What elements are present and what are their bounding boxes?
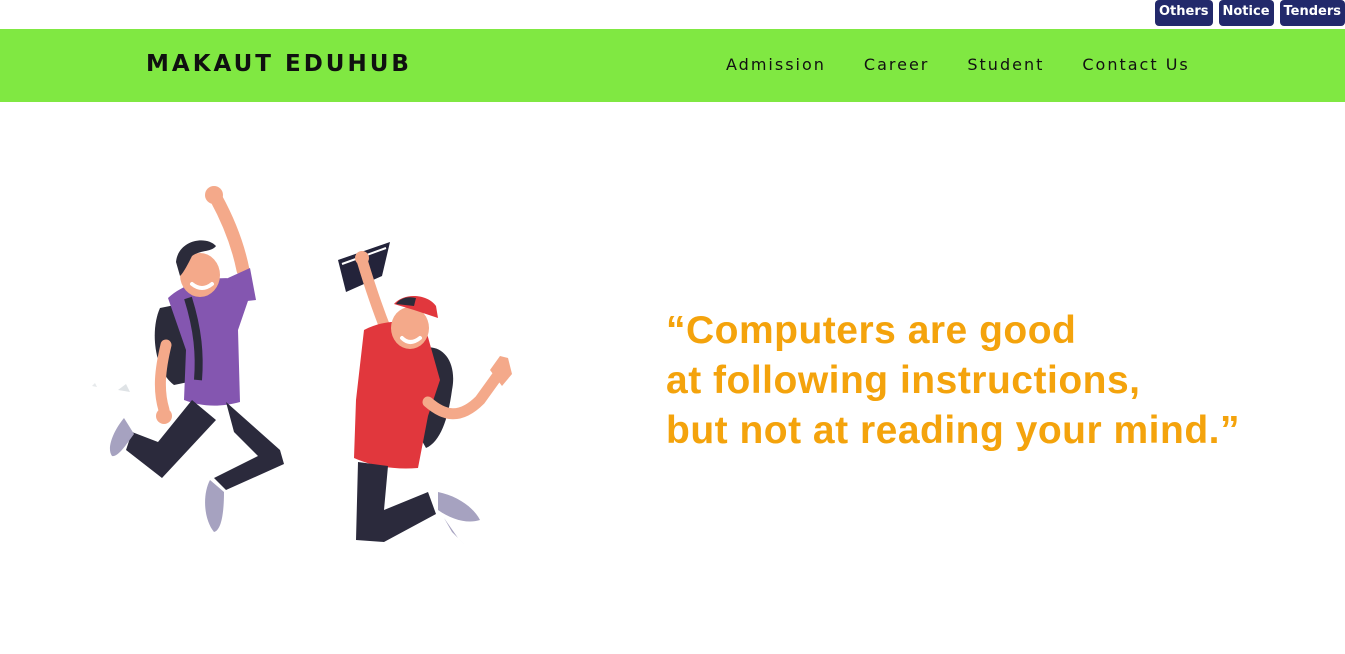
brand-logo-text[interactable]: MAKAUT EDUHUB — [146, 51, 412, 77]
student-purple-figure — [109, 186, 284, 532]
others-button[interactable]: Others — [1155, 0, 1213, 26]
quick-links: Others Notice Tenders — [1155, 0, 1345, 26]
top-strip: Others Notice Tenders — [0, 0, 1345, 29]
navbar: MAKAUT EDUHUB Admission Career Student C… — [0, 29, 1345, 102]
student-red-figure — [338, 242, 512, 544]
quote-line: at following instructions, — [666, 359, 1141, 402]
nav-item-contact-us[interactable]: Contact Us — [1082, 55, 1189, 74]
nav-menu: Admission Career Student Contact Us — [726, 55, 1190, 74]
quote-line: but not at reading your mind.” — [666, 409, 1240, 452]
notice-button[interactable]: Notice — [1218, 0, 1274, 26]
nav-item-career[interactable]: Career — [864, 55, 929, 74]
decor-shape — [118, 384, 130, 392]
students-jumping-illustration — [92, 186, 512, 544]
nav-item-admission[interactable]: Admission — [726, 55, 826, 74]
tenders-button[interactable]: Tenders — [1279, 0, 1345, 26]
decor-shape — [92, 383, 97, 387]
hero-quote: “Computers are good at following instruc… — [666, 306, 1240, 456]
nav-item-student[interactable]: Student — [967, 55, 1044, 74]
quote-line: “Computers are good — [666, 309, 1077, 352]
